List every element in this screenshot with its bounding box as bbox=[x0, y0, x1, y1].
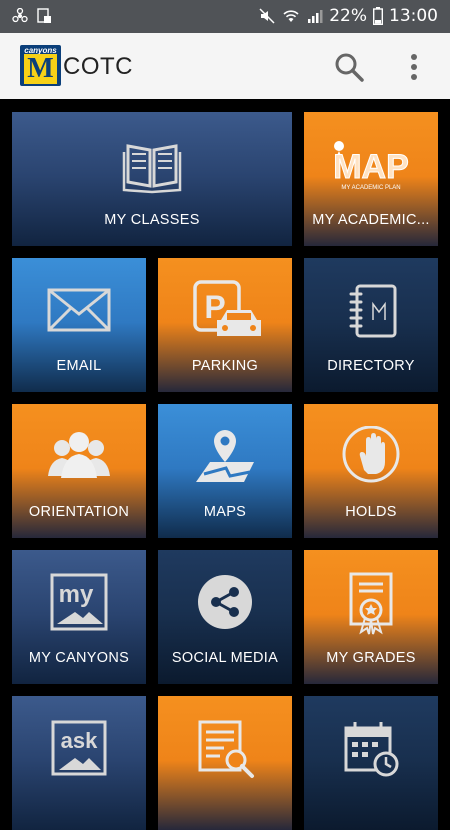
my-icon-text: my bbox=[59, 581, 94, 608]
tile-parking[interactable]: P PARKING bbox=[158, 258, 292, 392]
ask-icon: ask bbox=[51, 720, 107, 776]
signal-icon bbox=[308, 10, 323, 23]
status-bar: 22% 13:00 bbox=[0, 0, 450, 33]
search-button[interactable] bbox=[333, 51, 365, 83]
hand-stop-icon bbox=[342, 426, 400, 483]
more-vert-icon bbox=[411, 54, 417, 80]
app-title: COTC bbox=[63, 53, 133, 80]
my-canyons-icon: my bbox=[50, 573, 108, 631]
tile-my-canyons[interactable]: my MY CANYONS bbox=[12, 550, 146, 684]
tile-calendar[interactable] bbox=[304, 696, 438, 830]
tile-label: MY CANYONS bbox=[28, 650, 130, 666]
map-icon-text: MAP bbox=[333, 148, 409, 186]
calendar-clock-icon bbox=[344, 722, 399, 777]
tile-my-grades[interactable]: MY GRADES bbox=[304, 550, 438, 684]
tile-label: EMAIL bbox=[56, 358, 102, 374]
tile-email[interactable]: EMAIL bbox=[12, 258, 146, 392]
tile-label: MY ACADEMIC... bbox=[312, 212, 430, 228]
tile-ask[interactable]: ask bbox=[12, 696, 146, 830]
tile-my-classes[interactable]: MY CLASSES bbox=[12, 112, 292, 246]
document-search-icon bbox=[198, 720, 254, 778]
share-icon bbox=[198, 575, 252, 629]
ask-icon-text: ask bbox=[61, 728, 98, 753]
tile-label: DIRECTORY bbox=[327, 358, 415, 374]
overflow-menu-button[interactable] bbox=[404, 51, 424, 83]
people-icon bbox=[48, 432, 110, 478]
fan-icon bbox=[12, 8, 28, 23]
search-icon bbox=[335, 53, 364, 82]
book-icon bbox=[122, 144, 182, 194]
map-icon-subtext: MY ACADEMIC PLAN bbox=[341, 185, 400, 191]
mute-icon bbox=[259, 8, 275, 24]
envelope-icon bbox=[47, 288, 111, 332]
tile-directory[interactable]: DIRECTORY bbox=[304, 258, 438, 392]
tile-label: MY GRADES bbox=[326, 650, 416, 666]
file-sync-icon bbox=[37, 8, 51, 23]
tile-grid: MY CLASSES MAP MY ACADEMIC PLAN MY ACADE… bbox=[0, 99, 450, 830]
tile-label: ORIENTATION bbox=[28, 504, 130, 520]
tile-label: SOCIAL MEDIA bbox=[171, 650, 279, 666]
tile-holds[interactable]: HOLDS bbox=[304, 404, 438, 538]
map-academic-plan-icon: MAP MY ACADEMIC PLAN bbox=[333, 141, 409, 191]
map-pin-icon bbox=[196, 430, 254, 482]
certificate-icon bbox=[349, 572, 393, 635]
tile-my-academic-plan[interactable]: MAP MY ACADEMIC PLAN MY ACADEMIC... bbox=[304, 112, 438, 246]
logo-letter: M bbox=[24, 54, 57, 84]
battery-percent: 22% bbox=[329, 6, 367, 26]
tile-orientation[interactable]: ORIENTATION bbox=[12, 404, 146, 538]
battery-icon bbox=[373, 7, 383, 25]
tile-label: PARKING bbox=[191, 358, 259, 374]
wifi-icon bbox=[283, 10, 299, 22]
tile-label: HOLDS bbox=[345, 504, 397, 520]
tile-maps[interactable]: MAPS bbox=[158, 404, 292, 538]
tile-document-search[interactable] bbox=[158, 696, 292, 830]
tile-social-media[interactable]: SOCIAL MEDIA bbox=[158, 550, 292, 684]
clock: 13:00 bbox=[389, 6, 438, 26]
notebook-icon bbox=[349, 284, 397, 338]
tile-label: MAPS bbox=[203, 504, 247, 520]
tile-label: MY CLASSES bbox=[104, 212, 200, 228]
parking-icon: P bbox=[193, 280, 261, 336]
app-bar: canyons M COTC bbox=[0, 33, 450, 99]
canyons-logo: canyons M bbox=[20, 45, 61, 86]
